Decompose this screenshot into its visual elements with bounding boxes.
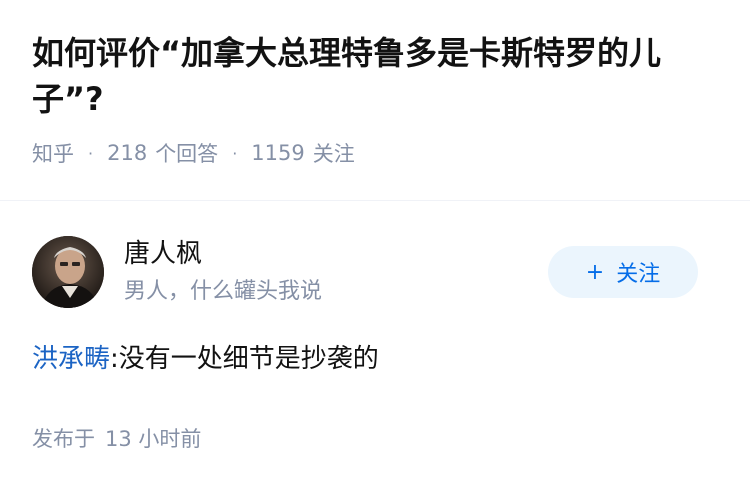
avatar[interactable]	[32, 236, 104, 308]
portrait-photo-icon	[32, 236, 104, 308]
answer-count: 218	[107, 141, 148, 165]
question-title[interactable]: 如何评价“加拿大总理特鲁多是卡斯特罗的儿子”?	[32, 30, 722, 122]
author-headline: 男人，什么罐头我说	[124, 279, 323, 304]
question-meta: 知乎 · 218 个回答 · 1159 关注	[32, 138, 722, 168]
section-divider	[0, 200, 750, 201]
follower-count-label: 关注	[312, 142, 355, 166]
published-time: 13 小时前	[105, 427, 202, 451]
follower-count: 1159	[251, 141, 305, 165]
mention-link[interactable]: 洪承畴	[32, 344, 110, 374]
mention-separator: :	[110, 344, 119, 374]
author-name[interactable]: 唐人枫	[124, 236, 202, 272]
plus-icon: +	[585, 259, 605, 285]
source-label[interactable]: 知乎	[32, 138, 74, 168]
answer-count-label: 个回答	[155, 142, 219, 166]
publish-time: 发布于 13 小时前	[32, 424, 201, 454]
answer-text: 没有一处细节是抄袭的	[118, 344, 379, 374]
follow-button[interactable]: + 关注	[548, 246, 698, 298]
author-card: 唐人枫 男人，什么罐头我说 + 关注	[32, 236, 718, 308]
follow-button-label: 关注	[616, 262, 661, 287]
answer-content[interactable]: 洪承畴:没有一处细节是抄袭的	[32, 340, 722, 378]
meta-separator: ·	[232, 143, 238, 163]
published-label: 发布于	[32, 427, 95, 451]
question-header: 如何评价“加拿大总理特鲁多是卡斯特罗的儿子”? 知乎 · 218 个回答 · 1…	[32, 30, 722, 168]
meta-separator: ·	[88, 143, 94, 163]
